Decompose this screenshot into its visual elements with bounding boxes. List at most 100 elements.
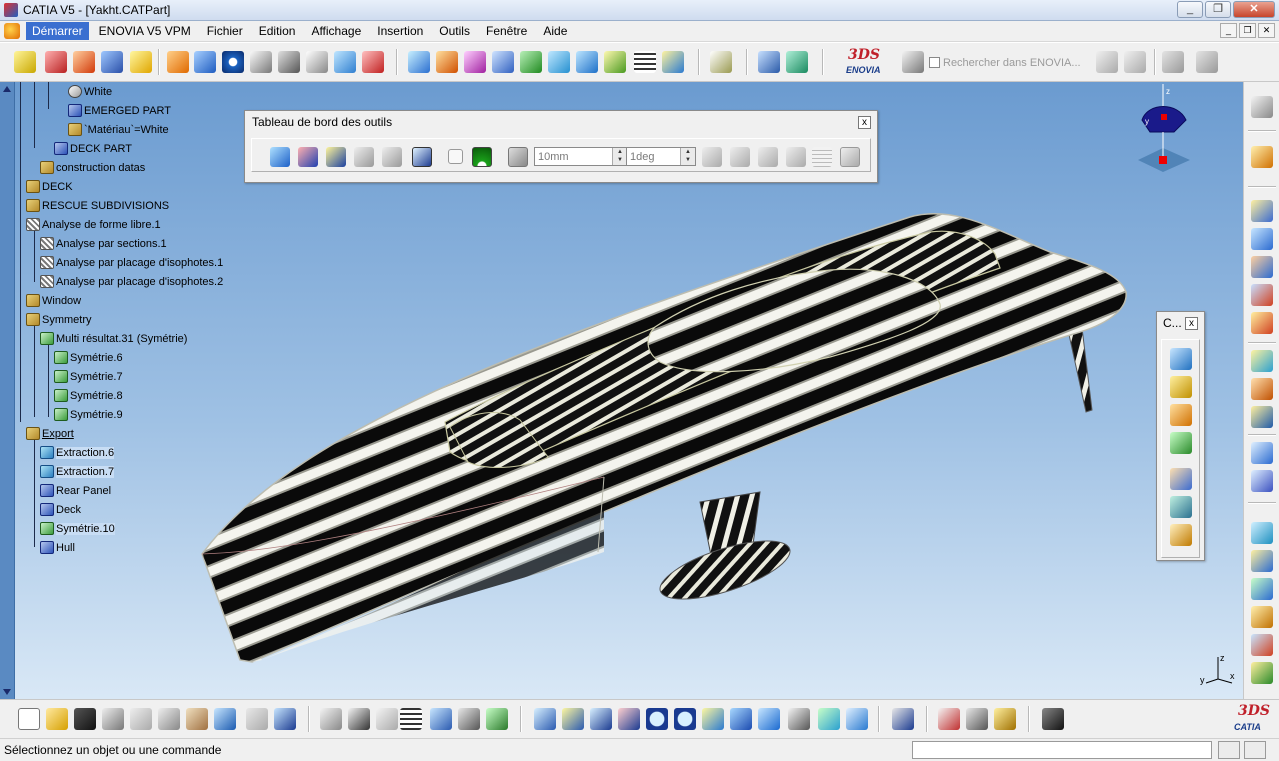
- extrude-surface-icon[interactable]: [1170, 404, 1192, 426]
- join-icon[interactable]: [1251, 312, 1273, 334]
- pad-icon[interactable]: [45, 51, 67, 73]
- menu-demarrer[interactable]: Démarrer: [26, 22, 89, 40]
- snap-icon[interactable]: [508, 147, 528, 167]
- whats-this-icon[interactable]: [274, 708, 296, 730]
- dashboard-close-button[interactable]: x: [858, 116, 871, 129]
- tree-node-symmetry[interactable]: Symmetry: [26, 311, 92, 328]
- redo-icon[interactable]: [246, 708, 268, 730]
- cutting-plane-icon[interactable]: [548, 51, 570, 73]
- surface-analysis-icon[interactable]: [520, 51, 542, 73]
- insert-mode-icon[interactable]: [382, 147, 402, 167]
- enovia-search-icon[interactable]: [902, 51, 924, 73]
- tree-node-symetrie-6[interactable]: Symétrie.6: [54, 349, 123, 366]
- menu-outils[interactable]: Outils: [433, 22, 476, 40]
- curve-icon[interactable]: [408, 51, 430, 73]
- measure-between-icon[interactable]: [938, 708, 960, 730]
- workbench-logo-icon[interactable]: [4, 23, 20, 39]
- grid-step-spinner[interactable]: 10mm ▲ ▼: [534, 147, 628, 166]
- compass-snap-icon[interactable]: [298, 147, 318, 167]
- tree-node-deck-part[interactable]: DECK PART: [54, 140, 132, 157]
- menu-fenetre[interactable]: Fenêtre: [480, 22, 533, 40]
- light-icon[interactable]: [662, 51, 684, 73]
- command-input[interactable]: [912, 741, 1212, 759]
- tree-node-analyse-isophotes-2[interactable]: Analyse par placage d'isophotes.2: [40, 273, 223, 290]
- status-button-1[interactable]: [1218, 741, 1240, 759]
- tree-node-analyse-isophotes-1[interactable]: Analyse par placage d'isophotes.1: [40, 254, 223, 271]
- grid-icon[interactable]: [812, 147, 832, 167]
- rescue-icon[interactable]: [73, 51, 95, 73]
- hierarchy-icon[interactable]: [430, 708, 452, 730]
- open-file-icon[interactable]: [46, 708, 68, 730]
- tree-node-rescue-subdivisions[interactable]: RESCUE SUBDIVISIONS: [26, 197, 169, 214]
- fit-all-icon[interactable]: [562, 708, 584, 730]
- grid-step-value[interactable]: 10mm: [535, 151, 612, 163]
- lock-icon[interactable]: [458, 708, 480, 730]
- menu-insertion[interactable]: Insertion: [371, 22, 429, 40]
- revolve-icon[interactable]: [1251, 284, 1273, 306]
- porcupine-icon[interactable]: [436, 51, 458, 73]
- tree-node-deck-set[interactable]: Deck: [40, 501, 81, 518]
- hand-icon[interactable]: [250, 51, 272, 73]
- menu-edition[interactable]: Edition: [253, 22, 302, 40]
- enovia-search-checkbox[interactable]: [929, 57, 940, 68]
- extrapolate-icon[interactable]: [1251, 634, 1273, 656]
- hull-icon[interactable]: [101, 51, 123, 73]
- angle-step-arrows-icon[interactable]: ▲ ▼: [680, 148, 695, 165]
- floating-toolbar-close-button[interactable]: x: [1185, 317, 1198, 330]
- symmetry-tool-icon[interactable]: [1251, 522, 1273, 544]
- tree-node-export[interactable]: Export: [26, 425, 74, 442]
- isophotes-icon[interactable]: [604, 51, 626, 73]
- working-plane-icon[interactable]: [840, 147, 860, 167]
- stripes-icon[interactable]: [634, 51, 656, 73]
- spiral-icon[interactable]: [222, 51, 244, 73]
- rotate-view-icon[interactable]: [618, 708, 640, 730]
- datum-icon[interactable]: [326, 147, 346, 167]
- translate-icon[interactable]: [1251, 442, 1273, 464]
- tree-node-hull[interactable]: Hull: [40, 539, 75, 556]
- mesh-icon[interactable]: [362, 51, 384, 73]
- tree-node-emerged-part[interactable]: EMERGED PART: [68, 102, 171, 119]
- tree-node-extraction-6[interactable]: Extraction.6: [40, 444, 115, 461]
- copy-icon[interactable]: [158, 708, 180, 730]
- enovia-save-icon[interactable]: [1124, 51, 1146, 73]
- tree-node-symetrie-9[interactable]: Symétrie.9: [54, 406, 123, 423]
- save-icon[interactable]: [74, 708, 96, 730]
- extract-icon[interactable]: [1251, 256, 1273, 278]
- hide-show-icon[interactable]: [818, 708, 840, 730]
- knowledge-icon[interactable]: [786, 51, 808, 73]
- tree-scrollbar[interactable]: [0, 82, 15, 699]
- styling-corner-icon[interactable]: [1170, 496, 1192, 518]
- tree-node-analyse-sections[interactable]: Analyse par sections.1: [40, 235, 167, 252]
- invert-orientation-icon[interactable]: [1251, 662, 1273, 684]
- rotate-icon[interactable]: [1251, 470, 1273, 492]
- patch-icon[interactable]: [1170, 376, 1192, 398]
- tree-node-symetrie-7[interactable]: Symétrie.7: [54, 368, 123, 385]
- cut-icon[interactable]: [130, 708, 152, 730]
- affinity-icon[interactable]: [1251, 578, 1273, 600]
- angle-step-value[interactable]: 1deg: [627, 151, 680, 163]
- connect-checker-icon[interactable]: [464, 51, 486, 73]
- menu-enovia[interactable]: ENOVIA V5 VPM: [93, 22, 197, 40]
- menu-aide[interactable]: Aide: [537, 22, 573, 40]
- points-icon[interactable]: [730, 147, 750, 167]
- menu-affichage[interactable]: Affichage: [305, 22, 367, 40]
- undo-icon[interactable]: [214, 708, 236, 730]
- tree-node-rear-panel[interactable]: Rear Panel: [40, 482, 111, 499]
- compass-widget[interactable]: z y: [1128, 82, 1198, 182]
- restore-button[interactable]: ❐: [1205, 1, 1231, 18]
- plane-icon[interactable]: [1251, 200, 1273, 222]
- tree-node-window[interactable]: Window: [26, 292, 81, 309]
- 3d-viewport[interactable]: White EMERGED PART `Matériau`=White DECK…: [0, 82, 1279, 699]
- scroll-down-icon[interactable]: [3, 689, 11, 695]
- keep-original-icon[interactable]: [354, 147, 374, 167]
- reflect-lines-icon[interactable]: [576, 51, 598, 73]
- catalog-browser-icon[interactable]: [892, 708, 914, 730]
- enovia-grid-icon[interactable]: [1096, 51, 1118, 73]
- normal-view-icon[interactable]: [702, 708, 724, 730]
- pan-icon[interactable]: [590, 708, 612, 730]
- zoom-in-view-icon[interactable]: [646, 708, 668, 730]
- fillet-icon[interactable]: [1251, 378, 1273, 400]
- grid-step-arrows-icon[interactable]: ▲ ▼: [612, 148, 627, 165]
- tree-node-construction-datas[interactable]: construction datas: [40, 159, 145, 176]
- knowledge-advisor-icon[interactable]: [376, 708, 398, 730]
